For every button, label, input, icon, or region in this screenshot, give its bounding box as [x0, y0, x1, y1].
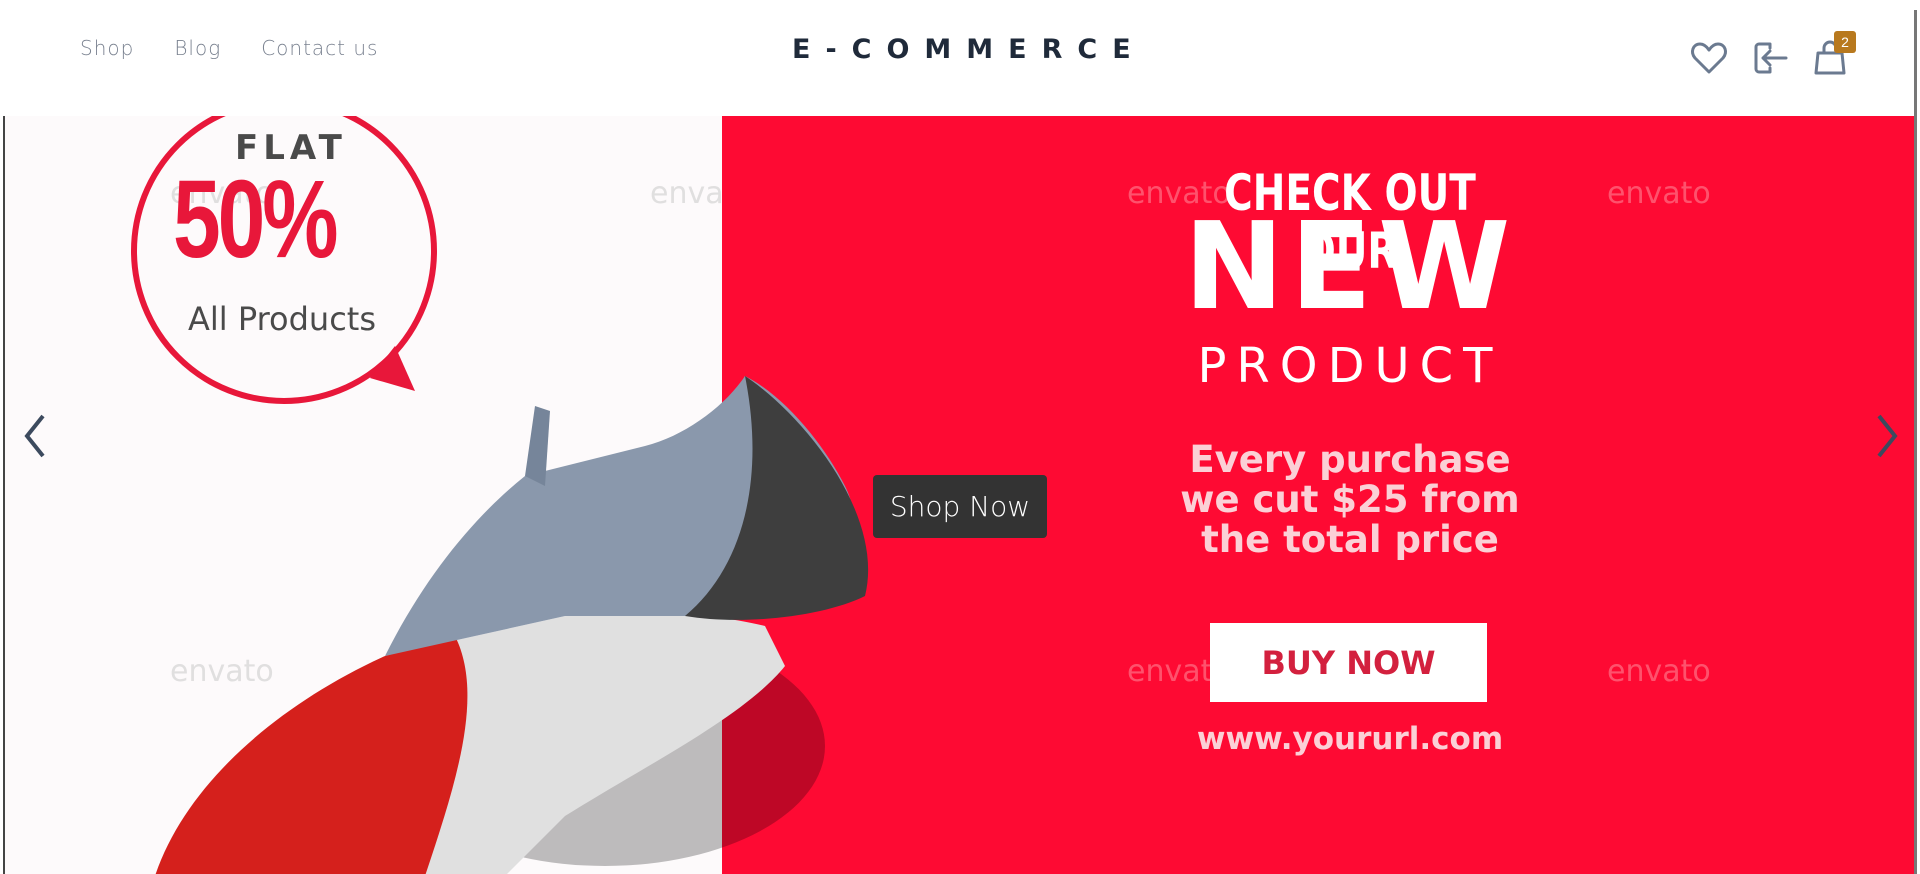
wishlist-heart-icon[interactable] [1689, 38, 1729, 78]
offer-line-2: we cut $25 from [1180, 478, 1520, 521]
carousel-prev-arrow-icon[interactable] [15, 406, 55, 466]
headline-product: PRODUCT [1197, 338, 1503, 394]
site-logo[interactable]: E-COMMERCE [792, 34, 1146, 65]
promo-url: www.yoururl.com [1196, 721, 1504, 757]
cart-count-badge: 2 [1834, 31, 1856, 53]
nav-blog[interactable]: Blog [174, 36, 221, 60]
offer-line-3: the total price [1201, 518, 1499, 561]
carousel-next-arrow-icon[interactable] [1867, 406, 1907, 466]
headline-new: NEW [1183, 198, 1517, 337]
sneaker-image [155, 376, 869, 874]
shop-now-button[interactable]: Shop Now [873, 475, 1047, 538]
watermark: envato [1607, 176, 1711, 211]
header: Shop Blog Contact us E-COMMERCE 2 [0, 0, 1920, 116]
watermark: envato [1607, 654, 1711, 689]
login-icon[interactable] [1750, 38, 1790, 78]
nav-shop[interactable]: Shop [80, 36, 134, 60]
percent-label: 50% [173, 158, 338, 281]
nav-contact[interactable]: Contact us [261, 36, 378, 60]
offer-line-1: Every purchase [1189, 438, 1511, 481]
buy-now-button[interactable]: BUY NOW [1210, 623, 1487, 702]
scrollbar[interactable] [1914, 10, 1917, 874]
main-nav: Shop Blog Contact us [80, 36, 378, 60]
